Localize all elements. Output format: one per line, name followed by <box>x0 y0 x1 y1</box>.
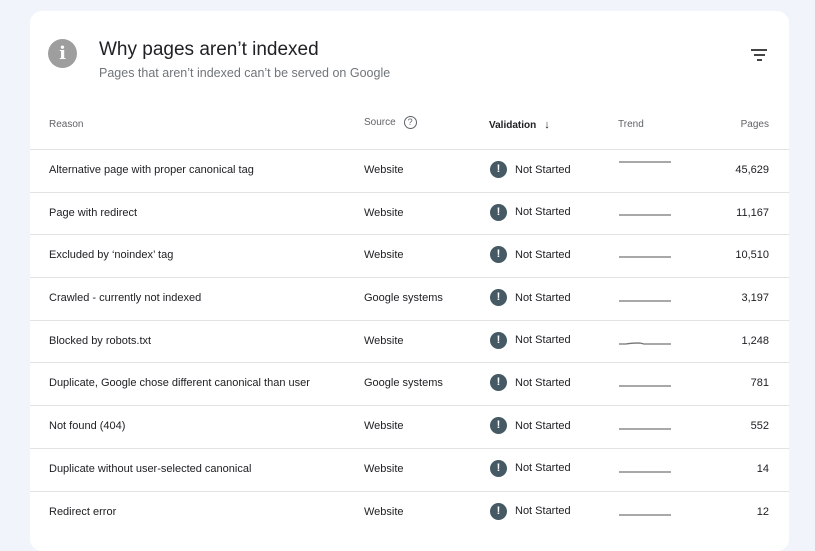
card-title: Why pages aren’t indexed <box>99 39 319 60</box>
header-validation[interactable]: Validation ↓ <box>489 119 550 131</box>
row-source: Website <box>364 334 404 347</box>
table-row[interactable]: Redirect error Website ! Not Started 12 <box>30 490 789 534</box>
table-row[interactable]: Duplicate without user-selected canonica… <box>30 447 789 491</box>
row-validation: ! Not Started <box>490 161 571 178</box>
header-source-label: Source <box>364 117 396 129</box>
row-pages: 552 <box>750 420 769 433</box>
warning-icon: ! <box>490 374 507 392</box>
table-row[interactable]: Crawled - currently not indexed Google s… <box>30 277 789 320</box>
warning-icon: ! <box>490 203 507 221</box>
row-validation: ! Not Started <box>490 502 571 520</box>
row-validation: ! Not Started <box>490 459 571 477</box>
validation-status: Not Started <box>515 462 571 475</box>
header-source[interactable]: Source? <box>364 116 417 129</box>
row-pages: 12 <box>756 505 769 518</box>
validation-status: Not Started <box>515 505 571 517</box>
table-row[interactable]: Not found (404) Website ! Not Started 552 <box>30 405 789 448</box>
info-icon: i <box>48 39 77 68</box>
row-reason: Duplicate without user-selected canonica… <box>49 462 252 475</box>
row-reason: Not found (404) <box>49 420 126 433</box>
row-validation: ! Not Started <box>490 203 571 221</box>
help-icon[interactable]: ? <box>403 116 417 129</box>
arrow-down-icon: ↓ <box>544 119 550 131</box>
row-source: Google systems <box>364 292 443 305</box>
warning-icon: ! <box>490 246 507 264</box>
warning-icon: ! <box>490 459 507 477</box>
row-pages: 45,629 <box>735 164 769 176</box>
row-source: Website <box>364 164 404 176</box>
row-source: Website <box>364 505 404 518</box>
row-source: Website <box>364 249 404 262</box>
validation-status: Not Started <box>515 206 571 219</box>
row-validation: ! Not Started <box>490 331 571 349</box>
warning-icon: ! <box>490 502 507 520</box>
row-validation: ! Not Started <box>490 246 571 264</box>
trend-sparkline <box>619 513 671 516</box>
not-indexed-card: i Why pages aren’t indexed Pages that ar… <box>30 11 789 551</box>
header-pages[interactable]: Pages <box>741 119 769 130</box>
row-pages: 3,197 <box>741 292 769 305</box>
header-trend: Trend <box>618 119 644 130</box>
trend-sparkline <box>619 385 671 388</box>
row-source: Website <box>364 206 404 219</box>
header-reason[interactable]: Reason <box>49 119 83 130</box>
row-pages: 781 <box>750 377 769 390</box>
row-reason: Redirect error <box>49 505 117 518</box>
warning-icon: ! <box>490 417 507 435</box>
warning-icon: ! <box>490 161 507 178</box>
row-reason: Blocked by robots.txt <box>49 334 152 347</box>
card-subtitle: Pages that aren’t indexed can’t be serve… <box>99 66 391 80</box>
warning-icon: ! <box>490 331 507 349</box>
trend-sparkline <box>619 428 671 430</box>
row-source: Website <box>364 462 404 475</box>
row-pages: 14 <box>756 462 769 475</box>
row-reason: Alternative page with proper canonical t… <box>49 164 254 176</box>
row-reason: Crawled - currently not indexed <box>49 292 202 305</box>
row-reason: Duplicate, Google chose different canoni… <box>49 377 310 390</box>
table-body: Alternative page with proper canonical t… <box>30 149 789 533</box>
table-row[interactable]: Alternative page with proper canonical t… <box>30 149 789 192</box>
header-validation-label: Validation <box>489 120 537 131</box>
validation-status: Not Started <box>515 163 571 176</box>
row-validation: ! Not Started <box>490 417 571 435</box>
row-validation: ! Not Started <box>490 289 571 307</box>
table-row[interactable]: Blocked by robots.txt Website ! Not Start… <box>30 319 789 363</box>
row-pages: 1,248 <box>741 334 769 347</box>
trend-sparkline <box>619 342 671 345</box>
validation-status: Not Started <box>515 419 571 432</box>
table-row[interactable]: Excluded by ‘noindex’ tag Website ! Not S… <box>30 234 789 277</box>
validation-status: Not Started <box>515 248 571 261</box>
table-row[interactable]: Duplicate, Google chose different canoni… <box>30 362 789 405</box>
trend-sparkline <box>619 256 671 259</box>
row-reason: Excluded by ‘noindex’ tag <box>49 249 174 262</box>
warning-icon: ! <box>490 289 507 307</box>
trend-sparkline <box>619 161 671 163</box>
row-pages: 11,167 <box>736 206 769 219</box>
table-row[interactable]: Page with redirect Website ! Not Started … <box>30 191 789 235</box>
trend-sparkline <box>619 471 671 473</box>
row-reason: Page with redirect <box>49 206 138 219</box>
validation-status: Not Started <box>515 291 571 304</box>
row-validation: ! Not Started <box>490 374 571 392</box>
row-pages: 10,510 <box>735 249 769 262</box>
validation-status: Not Started <box>515 334 571 347</box>
trend-sparkline <box>619 214 671 216</box>
trend-sparkline <box>619 300 671 302</box>
validation-status: Not Started <box>515 376 571 389</box>
filter-icon[interactable] <box>750 49 768 63</box>
row-source: Website <box>364 420 404 433</box>
row-source: Google systems <box>364 377 443 390</box>
